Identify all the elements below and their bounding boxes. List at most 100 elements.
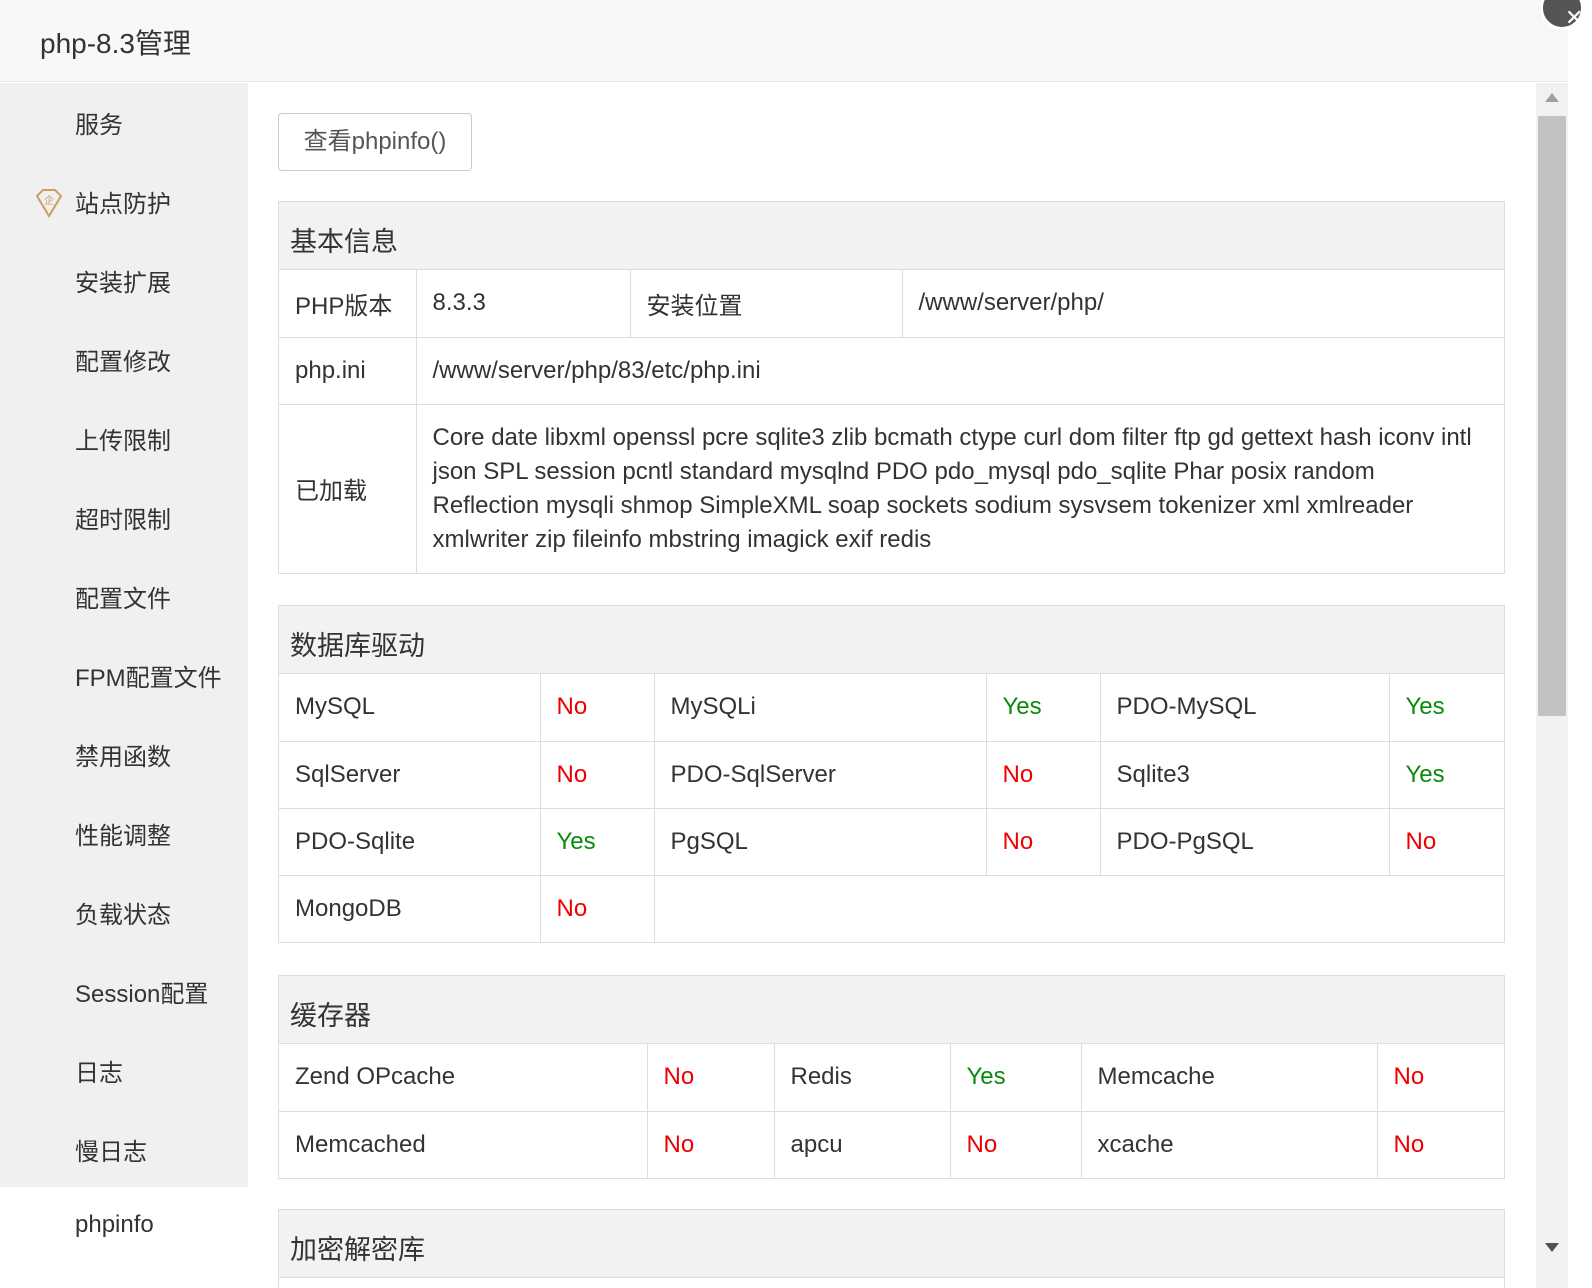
driver-status: No xyxy=(539,740,655,809)
view-phpinfo-button[interactable]: 查看phpinfo() xyxy=(278,113,472,171)
enterprise-diamond-icon: 企 xyxy=(35,189,63,218)
cache-name: Memcache xyxy=(1080,1044,1378,1112)
driver-status: Yes xyxy=(985,674,1101,742)
sidebar-item-label: FPM配置文件 xyxy=(75,665,222,692)
db-driver-panel: 数据库驱动 MySQL No MySQLi Yes PDO-MySQL Yes … xyxy=(278,605,1505,943)
driver-status: No xyxy=(985,807,1101,876)
driver-name: MySQLi xyxy=(653,674,987,742)
dialog-title: php-8.3管理 xyxy=(40,28,191,59)
driver-name: SqlServer xyxy=(279,740,541,809)
php-version-label: PHP版本 xyxy=(279,270,417,338)
enterprise-icon-text: 企 xyxy=(44,194,54,207)
cache-status: No xyxy=(646,1110,775,1178)
sidebar-item-label: 服务 xyxy=(75,112,123,139)
sidebar-item-label: 配置修改 xyxy=(75,349,171,376)
sidebar-item-fpm-config[interactable]: FPM配置文件 xyxy=(0,636,248,715)
driver-status: Yes xyxy=(539,807,655,876)
sidebar-item-install-extensions[interactable]: 安装扩展 xyxy=(0,241,248,320)
sidebar-item-performance[interactable]: 性能调整 xyxy=(0,794,248,873)
panel-header: 缓存器 xyxy=(279,976,1504,1044)
driver-name: PDO-PgSQL xyxy=(1099,807,1390,876)
sidebar-item-label: 禁用函数 xyxy=(75,744,171,771)
driver-name: PDO-MySQL xyxy=(1099,674,1390,742)
db-driver-table: MySQL No MySQLi Yes PDO-MySQL Yes SqlSer… xyxy=(279,674,1504,942)
table-row: PDO-Sqlite Yes PgSQL No PDO-PgSQL No xyxy=(279,807,1504,876)
driver-name: PDO-Sqlite xyxy=(279,807,541,876)
sidebar-item-phpinfo[interactable]: phpinfo xyxy=(0,1187,248,1288)
driver-name: Sqlite3 xyxy=(1099,740,1390,809)
driver-status: No xyxy=(985,740,1101,809)
sidebar-item-label: 性能调整 xyxy=(75,823,171,850)
scroll-down-arrow-icon[interactable] xyxy=(1545,1243,1559,1252)
driver-status: Yes xyxy=(1388,740,1504,809)
sidebar-item-site-protection[interactable]: 企 站点防护 xyxy=(0,162,248,241)
sidebar-item-config-edit[interactable]: 配置修改 xyxy=(0,320,248,399)
panel-header: 加密解密库 xyxy=(279,1210,1504,1278)
table-row: php.ini /www/server/php/83/etc/php.ini xyxy=(279,336,1504,405)
sidebar-item-label: 安装扩展 xyxy=(75,270,171,297)
driver-status: No xyxy=(539,674,655,742)
panel-header: 基本信息 xyxy=(279,202,1504,270)
sidebar-item-label: 负载状态 xyxy=(75,902,171,929)
basic-info-title: 基本信息 xyxy=(290,227,398,257)
basic-info-table: PHP版本 8.3.3 安装位置 /www/server/php/ php.in… xyxy=(279,270,1504,573)
cache-title: 缓存器 xyxy=(290,1001,371,1031)
sidebar-item-service[interactable]: 服务 xyxy=(0,83,248,162)
cache-name: Zend OPcache xyxy=(279,1044,648,1112)
sidebar-item-timeout-limit[interactable]: 超时限制 xyxy=(0,478,248,557)
cache-name: Memcached xyxy=(279,1110,648,1178)
table-row: MySQL No MySQLi Yes PDO-MySQL Yes xyxy=(279,674,1504,742)
scrollbar-thumb[interactable] xyxy=(1538,116,1566,716)
sidebar-item-label: 慢日志 xyxy=(75,1139,147,1166)
cache-name: xcache xyxy=(1080,1110,1378,1178)
sidebar-item-label: 日志 xyxy=(75,1060,123,1087)
sidebar-item-disabled-functions[interactable]: 禁用函数 xyxy=(0,715,248,794)
sidebar-item-slow-log[interactable]: 慢日志 xyxy=(0,1110,248,1189)
main-content: 查看phpinfo() 基本信息 PHP版本 8.3.3 安装位置 /www/s… xyxy=(248,83,1536,1288)
sidebar-item-label: 上传限制 xyxy=(75,428,171,455)
cache-table: Zend OPcache No Redis Yes Memcache No Me… xyxy=(279,1044,1504,1178)
php-ini-path: /www/server/php/83/etc/php.ini xyxy=(415,336,1504,405)
cache-name: apcu xyxy=(773,1110,951,1178)
crypto-panel: 加密解密库 xyxy=(278,1209,1505,1288)
sidebar-item-label: 站点防护 xyxy=(75,191,171,218)
sidebar-item-upload-limit[interactable]: 上传限制 xyxy=(0,399,248,478)
php-ini-label: php.ini xyxy=(279,336,417,405)
sidebar-item-log[interactable]: 日志 xyxy=(0,1031,248,1110)
sidebar-item-load-status[interactable]: 负载状态 xyxy=(0,873,248,952)
cache-status: No xyxy=(1376,1044,1504,1112)
dialog-header: php-8.3管理 xyxy=(0,0,1568,82)
php-manager-dialog: php-8.3管理 服务 企 站点防护 安装扩展 配置修改 上传限制 超时限制 … xyxy=(0,0,1568,1288)
table-row: SqlServer No PDO-SqlServer No Sqlite3 Ye… xyxy=(279,740,1504,809)
driver-name: MongoDB xyxy=(279,874,541,942)
table-row: Memcached No apcu No xcache No xyxy=(279,1110,1504,1178)
table-row: MongoDB No xyxy=(279,874,1504,942)
crypto-title: 加密解密库 xyxy=(290,1235,425,1265)
sidebar-item-label: 超时限制 xyxy=(75,507,171,534)
sidebar-item-label: Session配置 xyxy=(75,981,209,1008)
cache-status: No xyxy=(949,1110,1082,1178)
cache-status: No xyxy=(1376,1110,1504,1178)
driver-status: Yes xyxy=(1388,674,1504,742)
table-row: Zend OPcache No Redis Yes Memcache No xyxy=(279,1044,1504,1112)
driver-status: No xyxy=(1388,807,1504,876)
panel-header: 数据库驱动 xyxy=(279,606,1504,674)
sidebar-item-config-file[interactable]: 配置文件 xyxy=(0,557,248,636)
driver-status: No xyxy=(539,874,655,942)
driver-name: MySQL xyxy=(279,674,541,742)
empty-cell xyxy=(653,874,1504,942)
driver-name: PgSQL xyxy=(653,807,987,876)
install-path-label: 安装位置 xyxy=(629,270,903,338)
cache-status: Yes xyxy=(949,1044,1082,1112)
sidebar-item-label: 配置文件 xyxy=(75,586,171,613)
loaded-label: 已加载 xyxy=(279,403,417,573)
sidebar-item-session-config[interactable]: Session配置 xyxy=(0,952,248,1031)
scroll-up-arrow-icon[interactable] xyxy=(1545,93,1559,102)
cache-name: Redis xyxy=(773,1044,951,1112)
close-icon: ✕ xyxy=(1565,5,1584,30)
php-version-value: 8.3.3 xyxy=(415,270,631,338)
driver-name: PDO-SqlServer xyxy=(653,740,987,809)
install-path-value: /www/server/php/ xyxy=(901,270,1504,338)
table-row: PHP版本 8.3.3 安装位置 /www/server/php/ xyxy=(279,270,1504,338)
cache-panel: 缓存器 Zend OPcache No Redis Yes Memcache N… xyxy=(278,975,1505,1179)
